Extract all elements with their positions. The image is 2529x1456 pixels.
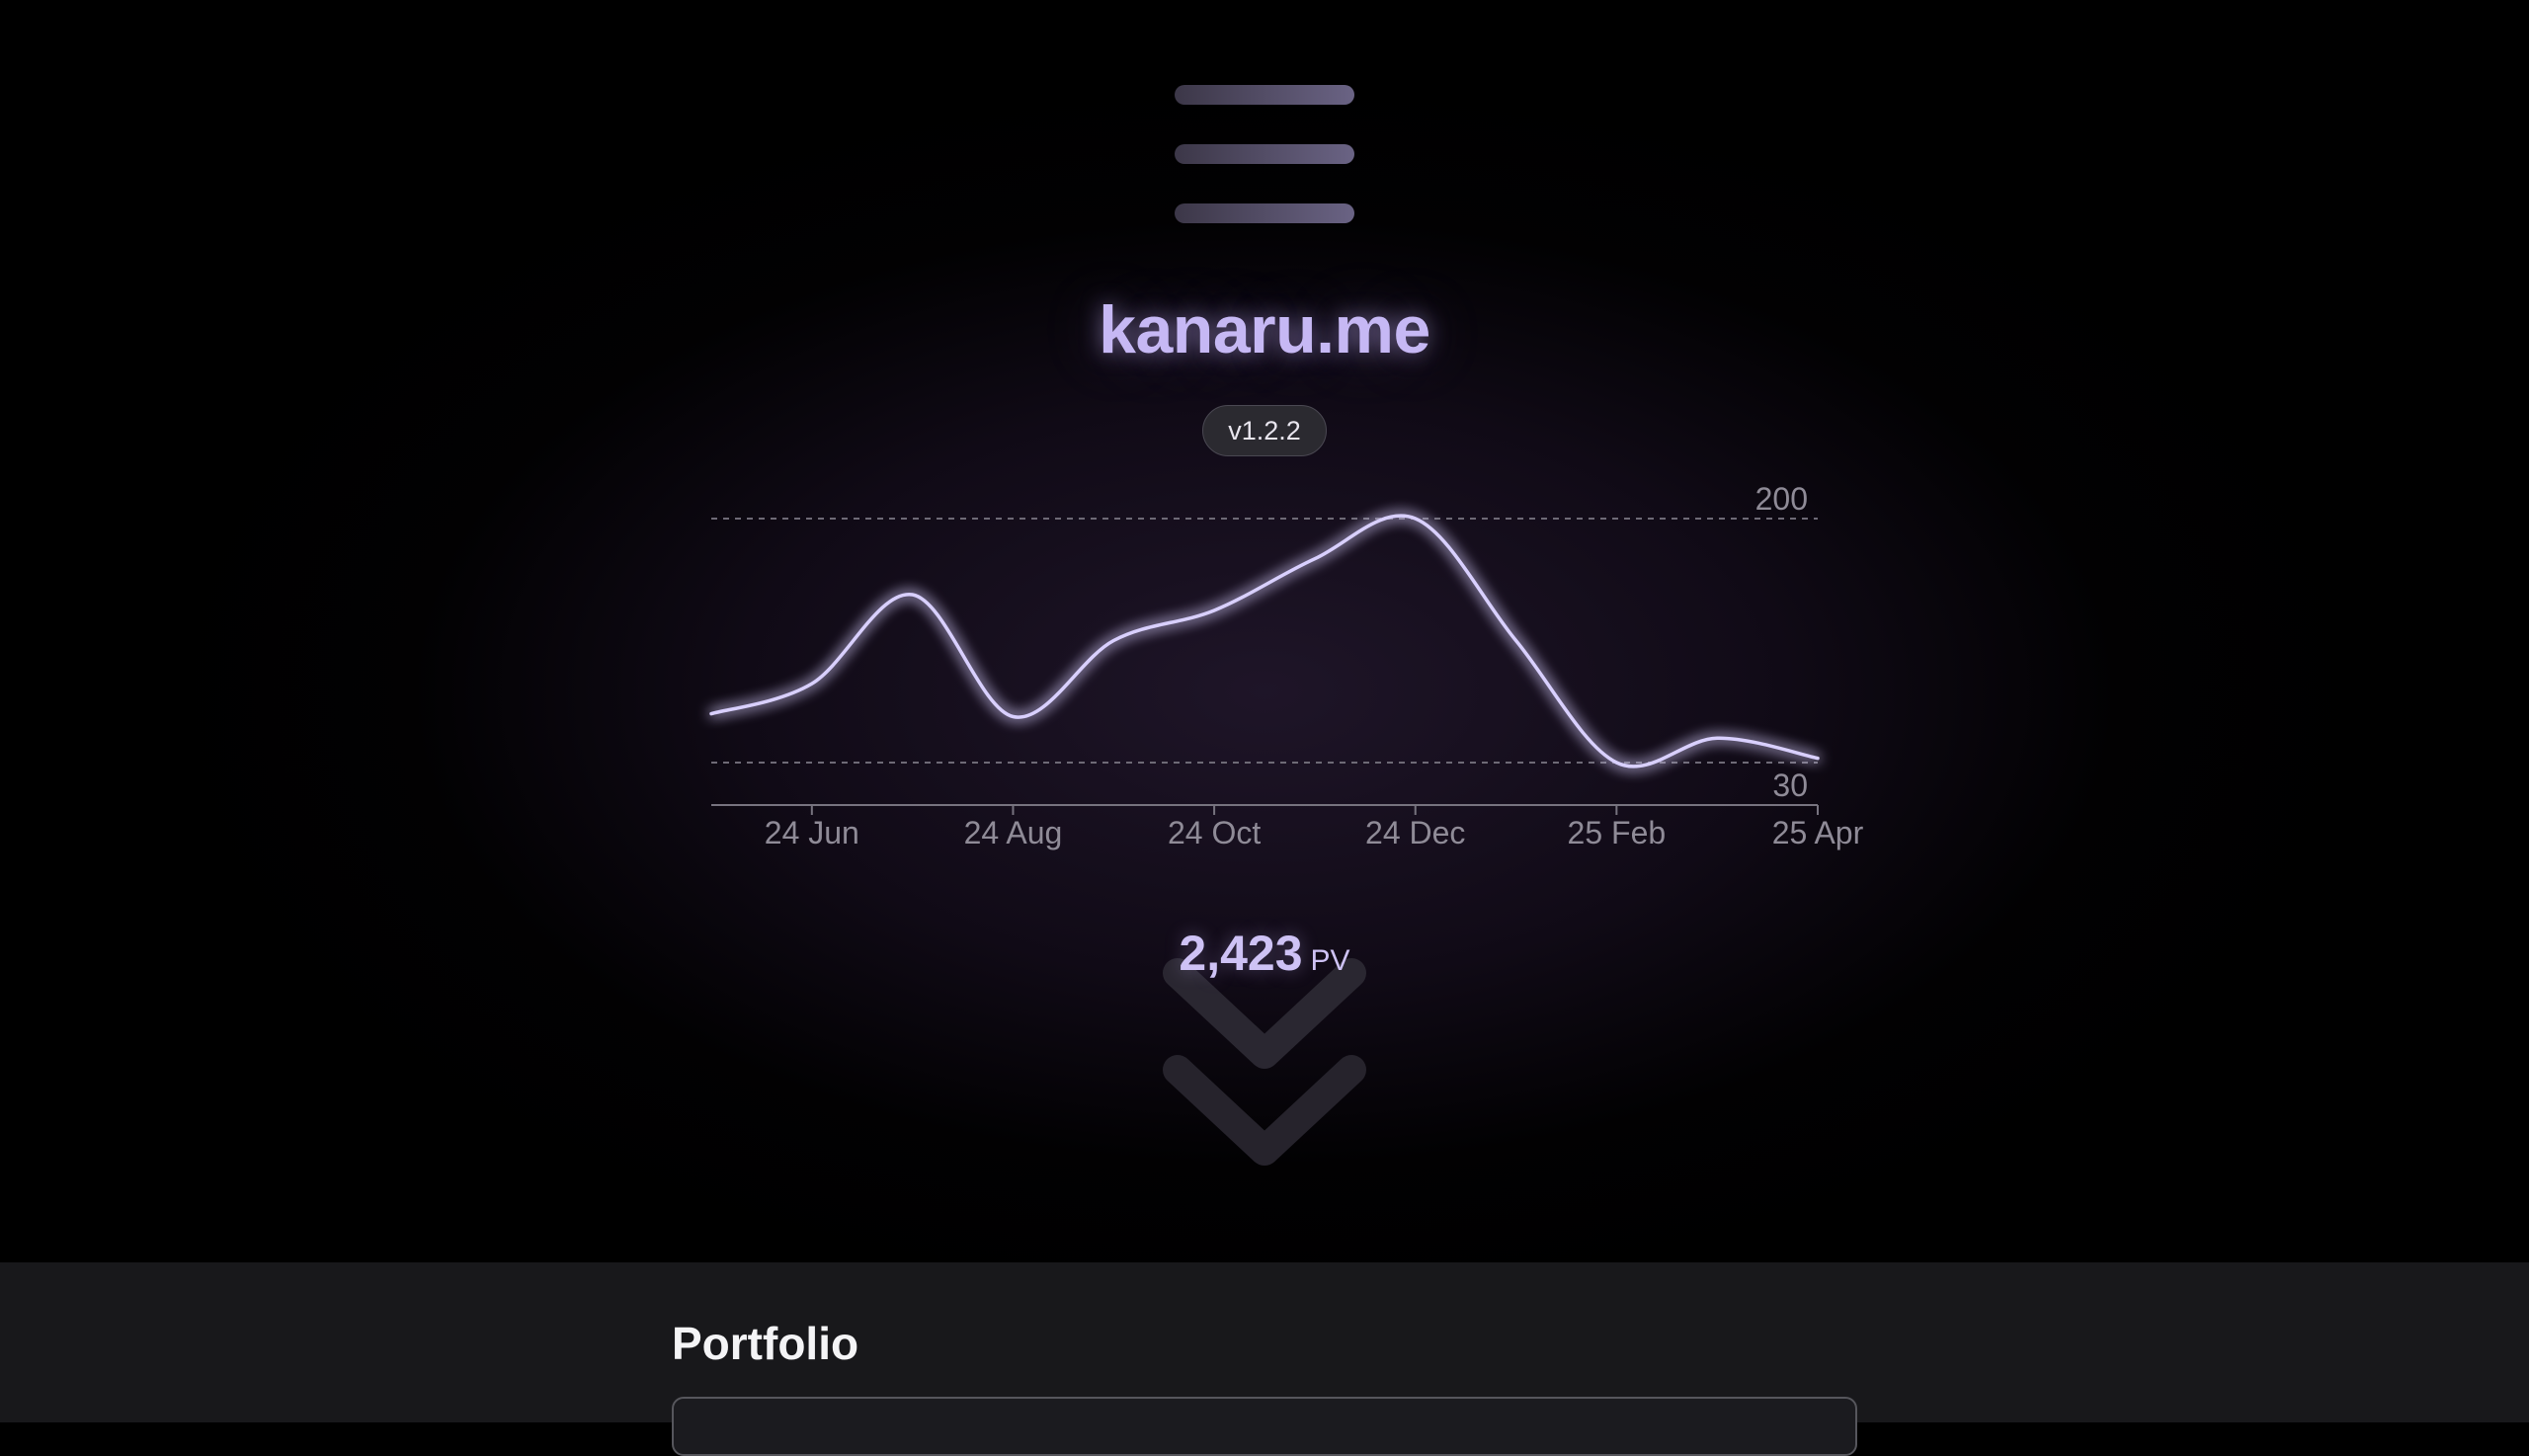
pageview-series-line: [711, 516, 1818, 767]
pageview-counter: 2,423 PV: [0, 919, 2529, 1001]
pageview-unit: PV: [1311, 944, 1350, 977]
x-tick-label: 24 Dec: [1365, 815, 1465, 850]
x-tick-label: 25 Feb: [1568, 815, 1667, 850]
x-tick-label: 24 Aug: [964, 815, 1063, 850]
portfolio-section: Portfolio: [0, 1262, 2529, 1422]
x-tick-label: 25 Apr: [1772, 815, 1864, 850]
hero-section: kanaru.me v1.2.2 20030 24 Jun24 Aug24 Oc…: [0, 0, 2529, 1262]
reference-line-label: 200: [1755, 481, 1808, 517]
pageview-count: 2,423: [1179, 926, 1302, 981]
portfolio-card[interactable]: [672, 1397, 1857, 1456]
reference-line-label: 30: [1772, 768, 1808, 803]
portfolio-heading: Portfolio: [672, 1314, 858, 1373]
x-tick-label: 24 Jun: [765, 815, 859, 850]
x-tick-label: 24 Oct: [1168, 815, 1261, 850]
